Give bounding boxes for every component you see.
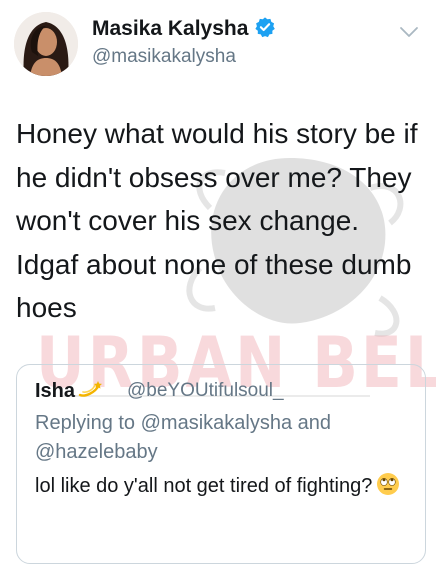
quoted-author-name[interactable]: Isha — [35, 379, 103, 405]
avatar[interactable] — [14, 12, 78, 76]
quoted-author-name-text: Isha — [35, 380, 76, 402]
chevron-down-icon[interactable] — [398, 24, 420, 45]
tweet-text: Honey what would his story be if he didn… — [16, 118, 418, 323]
eye-roll-emoji-icon — [376, 472, 400, 505]
profile-photo — [14, 12, 78, 76]
author-display-name[interactable]: Masika Kalysha — [92, 16, 276, 44]
reply-conjunction: and — [297, 412, 332, 434]
quoted-tweet-text: lol like do y'all not get tired of fight… — [35, 471, 415, 505]
reply-mention-hazelebaby[interactable]: @hazelebaby — [35, 441, 158, 463]
reply-mention-masikakalysha[interactable]: @masikakalysha — [141, 412, 292, 434]
quoted-tweet-card[interactable]: Isha @beYOUtifulsoul_ Replying to @masik… — [16, 364, 426, 564]
quoted-author-handle[interactable]: @beYOUtifulsoul_ — [127, 380, 284, 402]
replying-to-line: Replying to @masikakalysha and @hazeleba… — [35, 409, 415, 467]
author-handle[interactable]: @masikakalysha — [92, 46, 236, 68]
author-name-text: Masika Kalysha — [92, 17, 249, 40]
replying-to-prefix: Replying to — [35, 412, 136, 434]
verified-badge-icon — [254, 16, 276, 44]
dizzy-emoji-icon — [77, 379, 103, 405]
quoted-tweet-text-content: lol like do y'all not get tired of fight… — [35, 475, 373, 497]
